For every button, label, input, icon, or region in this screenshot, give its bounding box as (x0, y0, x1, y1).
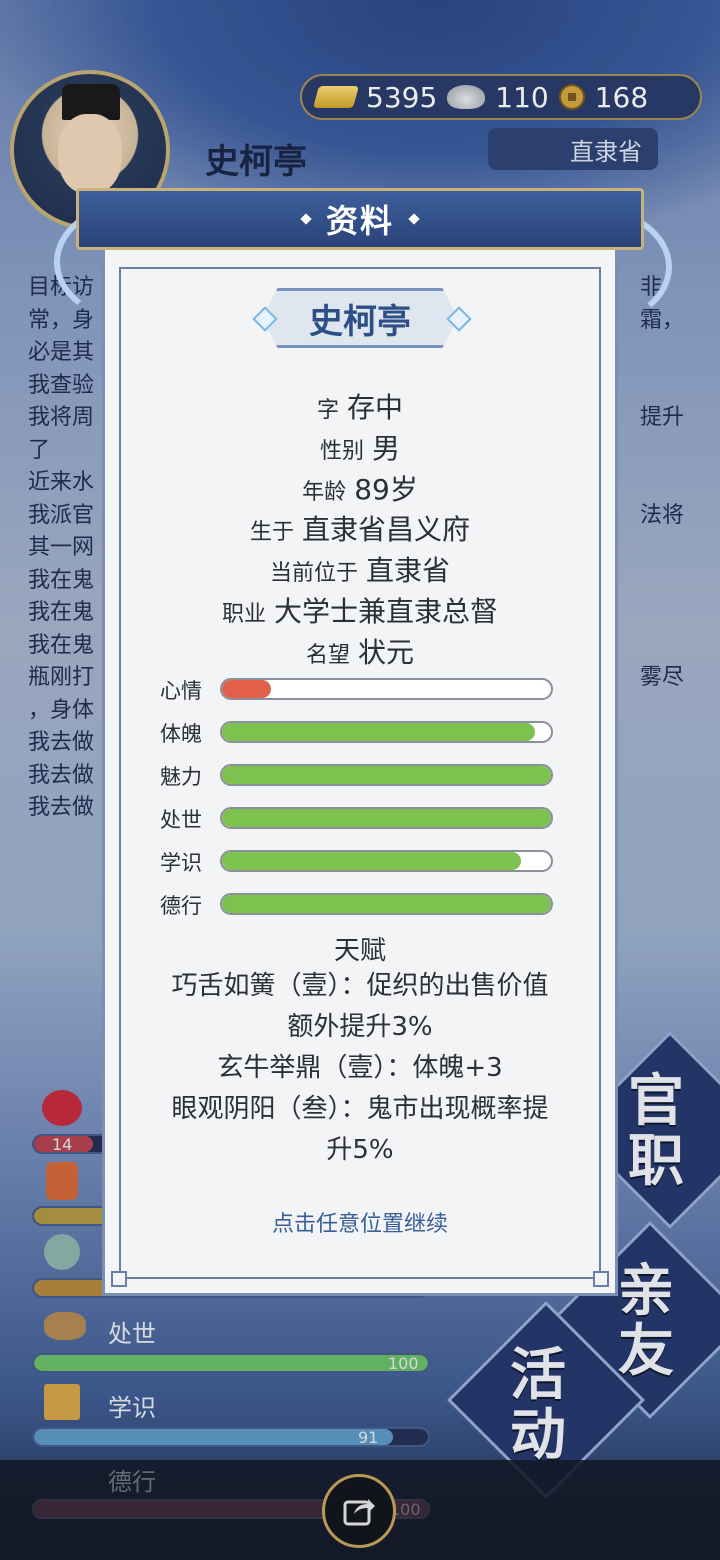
corner-ornament (593, 1271, 609, 1287)
info-value: 直隶省昌义府 (302, 513, 471, 546)
info-value: 男 (372, 432, 401, 465)
talent-line: 玄牛举鼎（壹）：体魄+3 (217, 1053, 503, 1083)
info-value: 直隶省 (366, 554, 451, 587)
talent-line: 额外提升3% (287, 1012, 433, 1042)
info-key: 职业 (221, 602, 266, 627)
info-value: 大学士兼直隶总督 (274, 595, 499, 628)
attribute-bar (220, 678, 553, 700)
talent-line: 眼观阴阳（叁）：鬼市出现概率提 (171, 1094, 549, 1124)
info-value: 状元 (358, 636, 415, 669)
dialog-title: 资料 (90, 188, 630, 250)
character-name: 史柯亭 (309, 301, 411, 342)
attribute-bar-fill (222, 809, 551, 827)
attribute-bar-fill (222, 723, 535, 741)
info-age: 年龄 89岁 (90, 468, 630, 508)
talent-title: 天赋 (333, 936, 386, 966)
info-key: 生于 (249, 520, 294, 545)
dialog-title-text: 资料 (325, 202, 394, 240)
title-dot-icon (408, 213, 420, 225)
profile-dialog[interactable]: 资料 史柯亭 字存中 性别男 年龄 89岁 生于 直隶省昌义府 当前位于 直隶省 职业… (54, 188, 672, 1300)
info-key: 当前位于 (269, 561, 358, 586)
attribute-bar (220, 850, 553, 872)
attribute-bar-fill (222, 766, 551, 784)
attribute-bar-fill (222, 852, 522, 870)
attribute-bar-fill (222, 680, 272, 698)
info-key: 字 (316, 398, 339, 423)
info-key: 名望 (305, 643, 350, 668)
info-key: 年龄 (302, 480, 347, 505)
attribute-label: 处世 (160, 808, 202, 832)
attribute-label: 德行 (160, 894, 202, 918)
info-value: 89岁 (354, 473, 418, 506)
info-reputation: 名望 状元 (90, 631, 630, 671)
attribute-bar (220, 764, 553, 786)
attribute-bar-fill (222, 895, 551, 913)
info-courtesy-name: 字存中 (90, 386, 630, 426)
info-value: 存中 (347, 391, 404, 424)
attribute-bar (220, 721, 553, 743)
continue-hint[interactable]: 点击任意位置继续 (90, 1206, 630, 1238)
attribute-label: 体魄 (160, 722, 202, 746)
corner-ornament (111, 1271, 127, 1287)
attribute-label: 学识 (160, 851, 202, 875)
talent-line: 升5% (326, 1135, 394, 1165)
info-key: 性别 (319, 439, 364, 464)
title-dot-icon (300, 213, 312, 225)
info-gender: 性别男 (90, 427, 630, 467)
info-occupation: 职业 大学士兼直隶总督 (90, 590, 630, 630)
talent-line: 巧舌如簧（壹）：促织的出售价值 (171, 971, 549, 1001)
info-location: 当前位于 直隶省 (90, 549, 630, 589)
attribute-bar (220, 893, 553, 915)
attribute-label: 心情 (160, 679, 202, 703)
attribute-label: 魅力 (160, 765, 202, 789)
info-birthplace: 生于 直隶省昌义府 (90, 508, 630, 548)
attribute-bar (220, 807, 553, 829)
